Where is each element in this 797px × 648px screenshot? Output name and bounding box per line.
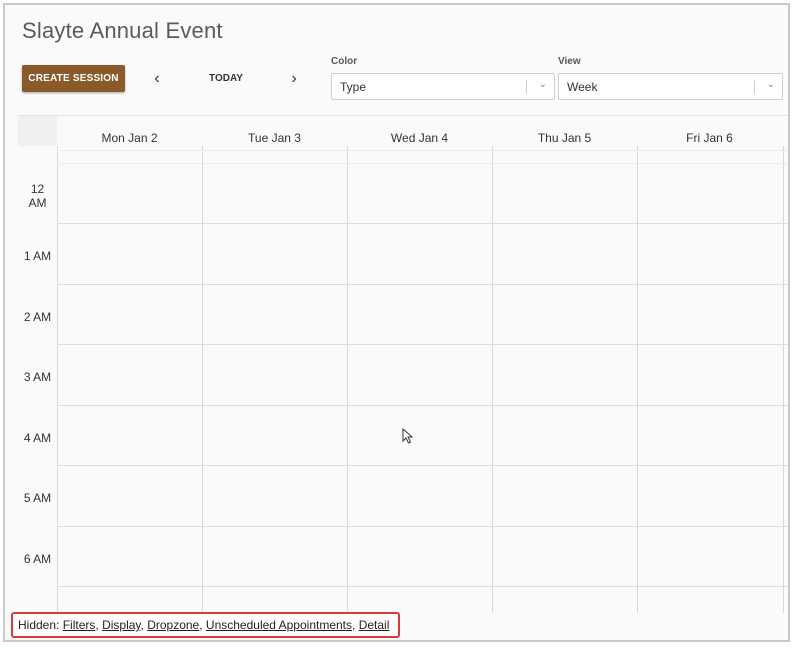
today-button[interactable]: TODAY bbox=[200, 69, 252, 89]
chevron-down-icon[interactable]: ⌄ bbox=[539, 79, 547, 90]
day-divider bbox=[492, 146, 493, 613]
slot-line bbox=[57, 150, 788, 151]
hour-label: 4 AM bbox=[23, 431, 52, 445]
hour-label: 1 AM bbox=[23, 249, 52, 263]
hour-line bbox=[57, 465, 788, 466]
hour-line bbox=[57, 586, 788, 587]
slot-line bbox=[57, 163, 788, 164]
hour-line bbox=[57, 526, 788, 527]
day-header: Fri Jan 6 bbox=[686, 131, 733, 145]
hidden-link-filters[interactable]: Filters bbox=[63, 618, 96, 632]
chevron-down-icon[interactable]: ⌄ bbox=[767, 79, 775, 90]
hour-label: 12 AM bbox=[28, 182, 47, 210]
hour-line bbox=[57, 284, 788, 285]
day-divider bbox=[637, 146, 638, 613]
page-title: Slayte Annual Event bbox=[22, 18, 223, 43]
hidden-link-detail[interactable]: Detail bbox=[359, 618, 390, 632]
week-calendar: Mon Jan 2 Tue Jan 3 Wed Jan 4 Thu Jan 5 … bbox=[18, 115, 788, 613]
hour-label: 6 AM bbox=[23, 552, 52, 566]
view-select-value: Week bbox=[567, 80, 598, 94]
select-divider bbox=[526, 80, 527, 94]
hour-line bbox=[57, 223, 788, 224]
app-window: Slayte Annual Event CREATE SESSION ‹ TOD… bbox=[3, 3, 790, 642]
day-divider bbox=[202, 146, 203, 613]
day-header: Thu Jan 5 bbox=[537, 131, 592, 145]
day-header: Wed Jan 4 bbox=[390, 131, 449, 145]
day-header: Tue Jan 3 bbox=[248, 131, 301, 145]
hour-label: 3 AM bbox=[23, 370, 52, 384]
select-divider bbox=[754, 80, 755, 94]
chevron-left-icon[interactable]: ‹ bbox=[147, 69, 167, 89]
hidden-link-dropzone[interactable]: Dropzone bbox=[147, 618, 199, 632]
day-divider bbox=[783, 146, 784, 613]
hour-line bbox=[57, 344, 788, 345]
day-header: Mon Jan 2 bbox=[101, 131, 158, 145]
create-session-button[interactable]: CREATE SESSION bbox=[22, 65, 125, 92]
hidden-link-unscheduled[interactable]: Unscheduled Appointments bbox=[206, 618, 352, 632]
hidden-panels-bar: Hidden: Filters, Display, Dropzone, Unsc… bbox=[11, 612, 400, 638]
color-select-value: Type bbox=[340, 80, 367, 94]
hidden-link-display[interactable]: Display bbox=[102, 618, 140, 632]
chevron-right-icon[interactable]: › bbox=[284, 69, 304, 89]
view-select[interactable]: Week ⌄ bbox=[558, 73, 783, 100]
color-label: Color bbox=[331, 56, 358, 67]
color-select[interactable]: Type ⌄ bbox=[331, 73, 555, 100]
hour-label: 5 AM bbox=[23, 491, 52, 505]
mouse-pointer-icon bbox=[402, 428, 414, 444]
view-label: View bbox=[558, 56, 581, 67]
hour-label: 2 AM bbox=[23, 310, 52, 324]
day-divider bbox=[347, 146, 348, 613]
calendar-corner bbox=[18, 116, 57, 146]
hour-line bbox=[57, 405, 788, 406]
hidden-prefix: Hidden: bbox=[18, 618, 60, 632]
